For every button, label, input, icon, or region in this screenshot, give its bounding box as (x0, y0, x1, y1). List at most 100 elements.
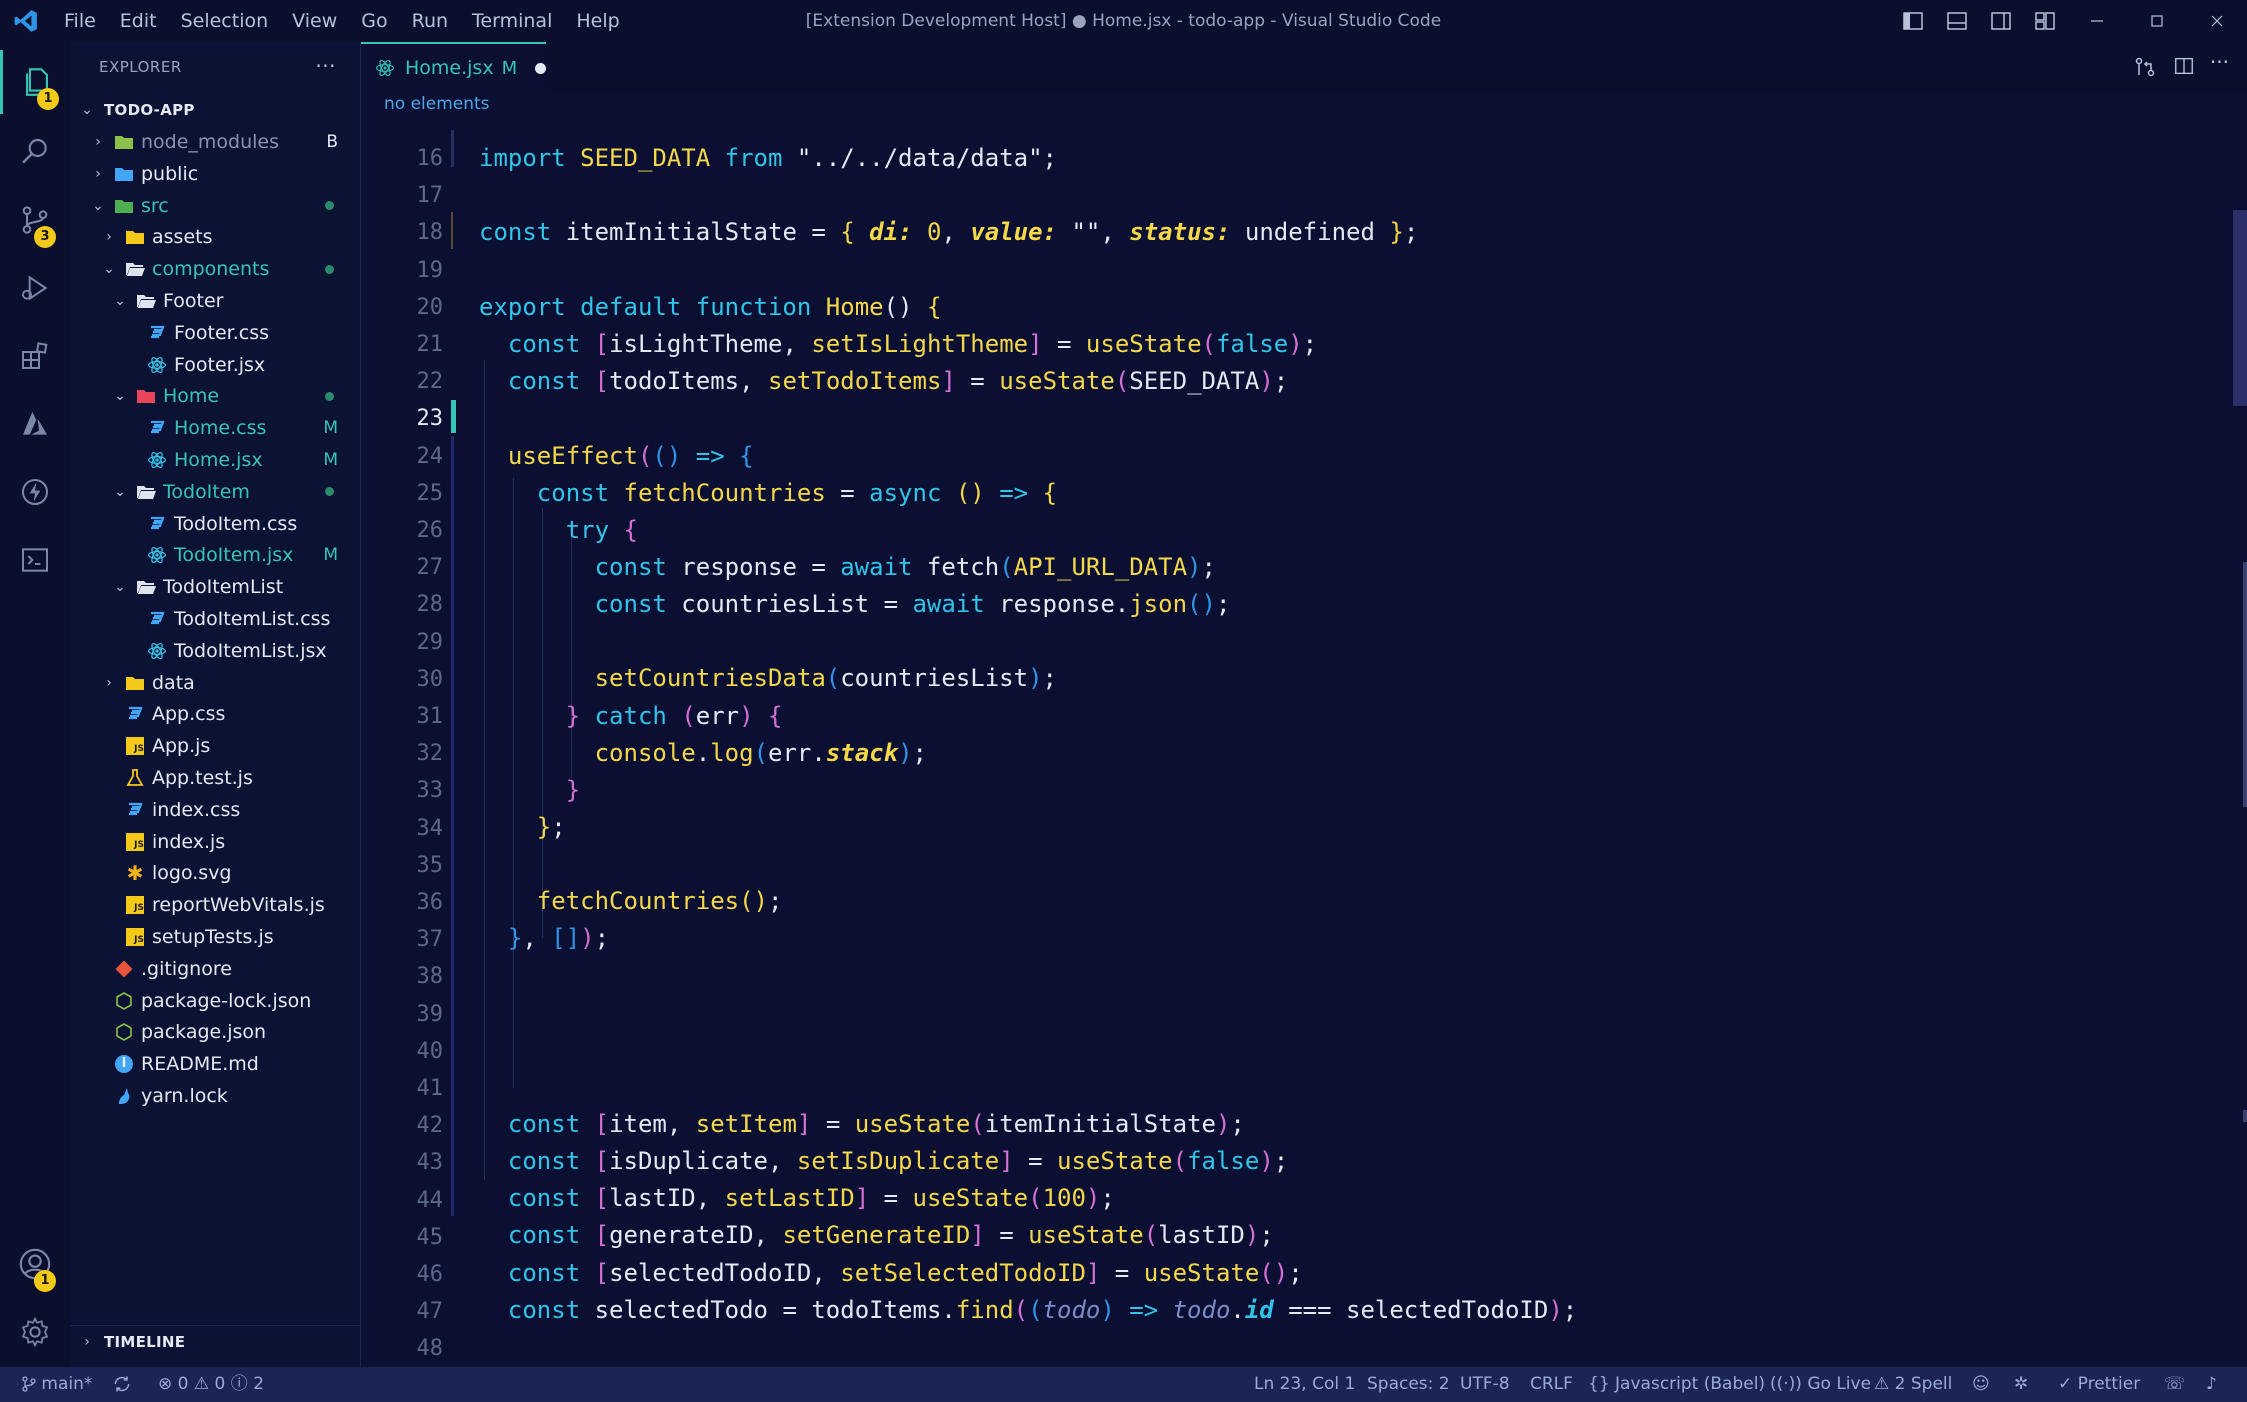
public-folder[interactable]: › public (70, 158, 360, 190)
timeline-section[interactable]: › TIMELINE (70, 1325, 360, 1358)
branch-indicator[interactable]: main* (22, 1367, 92, 1402)
yarn-lock-file[interactable]: yarn.lock (70, 1080, 360, 1112)
todoitem-folder[interactable]: ⌄ TodoItem (70, 476, 360, 508)
explorer-root[interactable]: ⌄ TODO-APP (70, 94, 360, 126)
thunder-client-icon[interactable] (0, 460, 70, 524)
sync-icon[interactable] (112, 1367, 132, 1402)
search-icon[interactable] (0, 120, 70, 184)
customize-layout-icon[interactable] (2023, 0, 2067, 42)
cursor-position[interactable]: Ln 23, Col 1 (1254, 1367, 1355, 1402)
app-test-js-file[interactable]: App.test.js (70, 762, 360, 794)
language-mode[interactable]: {} Javascript (Babel) (1588, 1367, 1765, 1402)
menu-terminal[interactable]: Terminal (460, 0, 564, 42)
setup-tests-file[interactable]: JS setupTests.js (70, 921, 360, 953)
components-folder[interactable]: ⌄ components (70, 253, 360, 285)
logo-svg-file[interactable]: ✱ logo.svg (70, 857, 360, 889)
settings-gear-icon[interactable] (0, 1300, 70, 1364)
spell-check-indicator[interactable]: ⚠ 2 Spell (1874, 1367, 1952, 1402)
node-modules-folder[interactable]: › node_modules B (70, 126, 360, 158)
footer-css-file[interactable]: Footer.css (70, 317, 360, 349)
menu-file[interactable]: File (52, 0, 108, 42)
line-number: 38 (416, 964, 444, 990)
status-bar: main* ⊗ 0 ⚠ 0 ⓘ 2 Ln 23, Col 1 Spaces: 2… (0, 1367, 2247, 1402)
toggle-secondary-sidebar-icon[interactable] (1979, 0, 2023, 42)
file-label: App.css (152, 703, 226, 726)
package-lock-file[interactable]: package-lock.json (70, 985, 360, 1017)
todoitemlist-folder[interactable]: ⌄ TodoItemList (70, 571, 360, 603)
extensions-icon[interactable] (0, 324, 70, 388)
prettier-indicator[interactable]: ✓ Prettier (2058, 1367, 2140, 1402)
go-live-button[interactable]: ((·)) Go Live (1770, 1367, 1871, 1402)
scrollbar-thumb[interactable] (2233, 210, 2247, 406)
accounts-icon[interactable]: 1 (0, 1232, 70, 1296)
feedback-icon[interactable]: ☏ (2164, 1367, 2185, 1402)
home-folder[interactable]: ⌄ Home (70, 380, 360, 412)
todoitemlist-css-file[interactable]: TodoItemList.css (70, 603, 360, 635)
code-line-20: export default function Home() { (479, 293, 942, 321)
todoitemlist-jsx-file[interactable]: TodoItemList.jsx (70, 635, 360, 667)
minimize-icon[interactable] (2067, 0, 2127, 42)
indentation[interactable]: Spaces: 2 (1367, 1367, 1450, 1402)
split-editor-icon[interactable] (2173, 55, 2195, 81)
menu-go[interactable]: Go (349, 0, 399, 42)
code-editor[interactable]: 16 17 18 19 20 21 22 23 24 25 26 27 28 29 30 31 32 33 34 35… (361, 122, 2247, 1367)
app-js-file[interactable]: JS App.js (70, 730, 360, 762)
unsaved-dot-icon[interactable] (535, 62, 546, 74)
react-icon (146, 354, 168, 376)
change-marker (451, 212, 453, 249)
encoding[interactable]: UTF-8 (1460, 1367, 1510, 1402)
home-css-file[interactable]: Home.css M (70, 412, 360, 444)
close-icon[interactable] (2187, 0, 2247, 42)
editor-more-icon[interactable]: ··· (2210, 50, 2229, 74)
footer-folder[interactable]: ⌄ Footer (70, 285, 360, 317)
copilot-icon[interactable]: ☺ (1972, 1367, 1990, 1402)
footer-jsx-file[interactable]: Footer.jsx (70, 349, 360, 381)
end-of-line[interactable]: CRLF (1530, 1367, 1573, 1402)
code-line-21: const [isLightTheme, setIsLightTheme] = … (507, 330, 1318, 358)
data-folder[interactable]: › data (70, 667, 360, 699)
index-js-file[interactable]: JS index.js (70, 826, 360, 858)
chevron-right-icon: › (106, 674, 112, 691)
info-icon: i (113, 1053, 135, 1075)
toggle-panel-icon[interactable] (1935, 0, 1979, 42)
explorer-icon[interactable]: 1 (0, 50, 70, 114)
report-web-vitals-file[interactable]: JS reportWebVitals.js (70, 889, 360, 921)
todoitem-css-file[interactable]: TodoItem.css (70, 508, 360, 540)
chevron-down-icon: ⌄ (114, 483, 126, 500)
menu-view[interactable]: View (280, 0, 349, 42)
package-json-file[interactable]: package.json (70, 1016, 360, 1048)
problems-indicator[interactable]: ⊗ 0 ⚠ 0 ⓘ 2 (158, 1367, 264, 1402)
run-debug-icon[interactable] (0, 256, 70, 320)
line-number: 31 (416, 704, 444, 729)
js-icon: JS (124, 926, 146, 948)
todoitem-jsx-file[interactable]: TodoItem.jsx M (70, 539, 360, 571)
more-actions-icon[interactable]: ··· (315, 54, 336, 78)
menu-selection[interactable]: Selection (169, 0, 281, 42)
src-folder[interactable]: ⌄ src (70, 190, 360, 222)
open-changes-icon[interactable] (2133, 55, 2157, 83)
notifications-bell-icon[interactable]: ♪ (2206, 1367, 2217, 1402)
source-control-icon[interactable]: 3 (0, 188, 70, 252)
menu-help[interactable]: Help (564, 0, 631, 42)
index-css-file[interactable]: index.css (70, 794, 360, 826)
folder-node-icon (113, 131, 135, 153)
modified-gutter-bar (451, 436, 454, 1216)
breadcrumb-text[interactable]: no elements (384, 94, 490, 114)
remote-explorer-icon[interactable] (0, 528, 70, 592)
extension-status-icon[interactable]: ✲ (2014, 1367, 2028, 1402)
home-jsx-file[interactable]: Home.jsx M (70, 444, 360, 476)
css-icon (146, 608, 168, 630)
maximize-icon[interactable] (2127, 0, 2187, 42)
folder-open-icon (124, 258, 146, 280)
app-css-file[interactable]: App.css (70, 698, 360, 730)
readme-file[interactable]: i README.md (70, 1048, 360, 1080)
toggle-primary-sidebar-icon[interactable] (1891, 0, 1935, 42)
azure-icon[interactable] (0, 392, 70, 456)
gitignore-file[interactable]: .gitignore (70, 953, 360, 985)
code-line-16: import SEED_DATA from "../../data/data"; (479, 144, 1057, 172)
assets-folder[interactable]: › assets (70, 221, 360, 253)
menu-run[interactable]: Run (400, 0, 460, 42)
file-label: Home.jsx (174, 449, 263, 471)
menu-edit[interactable]: Edit (108, 0, 169, 42)
tab-home-jsx[interactable]: Home.jsx M (361, 42, 546, 92)
